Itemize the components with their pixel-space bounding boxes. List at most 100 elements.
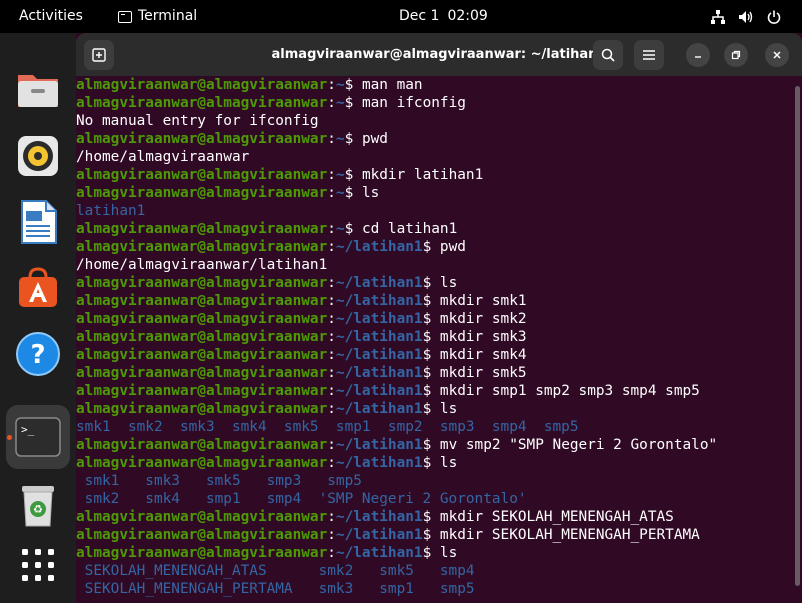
prompt-symbol: $ — [422, 347, 440, 363]
command-text: pwd — [361, 131, 388, 147]
command-text: mkdir latihan1 — [361, 167, 484, 183]
svg-text:?: ? — [30, 340, 45, 370]
power-icon — [766, 9, 782, 25]
prompt-path: ~/latihan1 — [335, 347, 423, 363]
command-text: cd latihan1 — [361, 221, 458, 237]
terminal-command-line: almagviraanwar@almagviraanwar:~$ pwd — [76, 130, 802, 148]
prompt-user: almagviraanwar@almagviraanwar — [76, 455, 328, 471]
terminal-command-line: almagviraanwar@almagviraanwar:~$ man ifc… — [76, 94, 802, 112]
prompt-user: almagviraanwar@almagviraanwar — [76, 131, 328, 147]
prompt-user: almagviraanwar@almagviraanwar — [76, 527, 328, 543]
search-button[interactable] — [593, 40, 623, 70]
prompt-symbol: $ — [422, 437, 440, 453]
prompt-separator: : — [327, 365, 336, 381]
command-text: ls — [439, 455, 458, 471]
prompt-user: almagviraanwar@almagviraanwar — [76, 185, 328, 201]
prompt-user: almagviraanwar@almagviraanwar — [76, 329, 328, 345]
prompt-path: ~/latihan1 — [335, 545, 423, 561]
dock-writer[interactable] — [6, 190, 70, 254]
app-menu[interactable]: Terminal — [118, 0, 197, 33]
prompt-separator: : — [327, 311, 336, 327]
system-status-menu[interactable] — [710, 0, 782, 33]
dock-help[interactable]: ? — [6, 322, 70, 386]
dock-software[interactable] — [6, 256, 70, 320]
prompt-path: ~ — [335, 185, 345, 201]
command-text: ls — [361, 185, 380, 201]
prompt-symbol: $ — [422, 275, 440, 291]
command-text: mkdir smk1 — [439, 293, 527, 309]
volume-icon — [738, 9, 754, 25]
prompt-separator: : — [327, 401, 336, 417]
prompt-symbol: $ — [422, 239, 440, 255]
title-bar[interactable]: almagviraanwar@almagviraanwar: ~/latihan… — [76, 33, 802, 76]
maximize-button[interactable] — [724, 43, 748, 67]
command-text: mkdir smk5 — [439, 365, 527, 381]
command-text: mkdir SEKOLAH_MENENGAH_ATAS — [439, 509, 674, 525]
directory-listing: smk1 smk2 smk3 smk4 smk5 smp1 smp2 smp3 … — [76, 419, 579, 435]
prompt-user: almagviraanwar@almagviraanwar — [76, 509, 328, 525]
prompt-user: almagviraanwar@almagviraanwar — [76, 401, 328, 417]
prompt-user: almagviraanwar@almagviraanwar — [76, 311, 328, 327]
clock[interactable]: Dec 1 02:09 — [399, 0, 488, 33]
directory-listing: latihan1 — [76, 203, 146, 219]
software-center-icon — [19, 267, 57, 307]
prompt-symbol: $ — [422, 455, 440, 471]
command-text: man man — [361, 77, 423, 93]
terminal-output[interactable]: almagviraanwar@almagviraanwar:~$ man man… — [76, 76, 802, 603]
prompt-symbol: $ — [344, 167, 362, 183]
prompt-path: ~/latihan1 — [335, 239, 423, 255]
prompt-symbol: $ — [422, 527, 440, 543]
prompt-user: almagviraanwar@almagviraanwar — [76, 239, 328, 255]
hamburger-icon — [643, 50, 655, 60]
prompt-user: almagviraanwar@almagviraanwar — [76, 77, 328, 93]
prompt-symbol: $ — [344, 185, 362, 201]
command-text: man ifconfig — [361, 95, 466, 111]
close-button[interactable] — [765, 43, 789, 67]
clock-date: Dec 1 — [399, 8, 440, 24]
prompt-separator: : — [327, 275, 336, 291]
activities-button[interactable]: Activities — [19, 0, 83, 33]
prompt-symbol: $ — [344, 221, 362, 237]
scrollbar[interactable] — [795, 86, 800, 586]
dock-trash[interactable]: ♻ — [6, 473, 70, 537]
prompt-path: ~/latihan1 — [335, 365, 423, 381]
terminal-command-line: almagviraanwar@almagviraanwar:~/latihan1… — [76, 274, 802, 292]
prompt-user: almagviraanwar@almagviraanwar — [76, 167, 328, 183]
prompt-symbol: $ — [422, 509, 440, 525]
dock-rhythmbox[interactable] — [6, 124, 70, 188]
close-icon — [773, 51, 781, 59]
terminal-icon: >_ — [15, 417, 61, 457]
menu-button[interactable] — [634, 40, 664, 70]
prompt-symbol: $ — [422, 365, 440, 381]
prompt-user: almagviraanwar@almagviraanwar — [76, 293, 328, 309]
prompt-user: almagviraanwar@almagviraanwar — [76, 275, 328, 291]
prompt-separator: : — [327, 185, 336, 201]
terminal-command-line: almagviraanwar@almagviraanwar:~/latihan1… — [76, 328, 802, 346]
prompt-user: almagviraanwar@almagviraanwar — [76, 437, 328, 453]
dock-files[interactable] — [6, 58, 70, 122]
prompt-path: ~/latihan1 — [335, 401, 423, 417]
prompt-separator: : — [327, 383, 336, 399]
terminal-command-line: almagviraanwar@almagviraanwar:~/latihan1… — [76, 364, 802, 382]
terminal-command-line: almagviraanwar@almagviraanwar:~/latihan1… — [76, 436, 802, 454]
files-icon — [18, 75, 58, 107]
command-text: mkdir smk3 — [439, 329, 527, 345]
show-apps-icon — [22, 549, 54, 581]
dock-show-apps[interactable] — [6, 533, 70, 597]
prompt-path: ~ — [335, 221, 345, 237]
dock-terminal[interactable]: >_ — [6, 405, 70, 469]
prompt-separator: : — [327, 77, 336, 93]
terminal-command-line: almagviraanwar@almagviraanwar:~/latihan1… — [76, 382, 802, 400]
trash-icon: ♻ — [22, 486, 54, 527]
minimize-button[interactable] — [686, 43, 710, 67]
prompt-symbol: $ — [344, 95, 362, 111]
minimize-icon — [695, 56, 701, 58]
prompt-user: almagviraanwar@almagviraanwar — [76, 383, 328, 399]
command-text: mkdir smp1 smp2 smp3 smp4 smp5 — [439, 383, 700, 399]
prompt-separator: : — [327, 329, 336, 345]
prompt-symbol: $ — [422, 401, 440, 417]
prompt-user: almagviraanwar@almagviraanwar — [76, 545, 328, 561]
prompt-path: ~ — [335, 95, 345, 111]
prompt-separator: : — [327, 167, 336, 183]
prompt-path: ~ — [335, 77, 345, 93]
